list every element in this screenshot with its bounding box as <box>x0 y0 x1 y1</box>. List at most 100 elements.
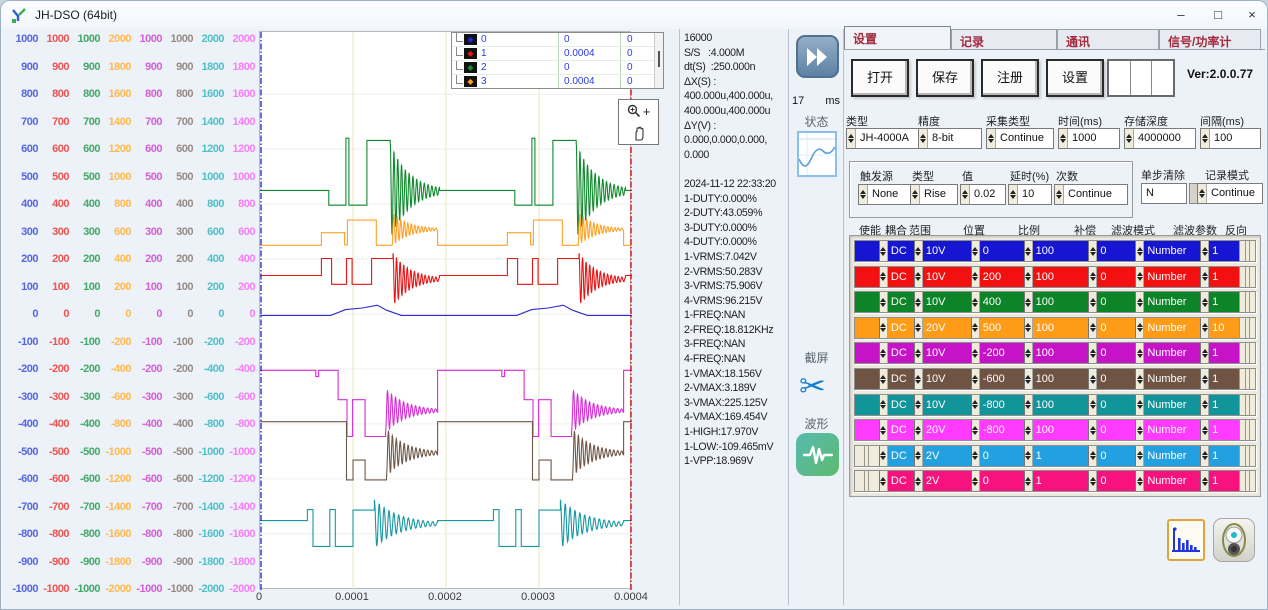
fft-button[interactable] <box>1167 519 1205 561</box>
channel-range[interactable]: 10V <box>923 241 971 261</box>
spinner-arrows[interactable] <box>911 185 920 204</box>
spinner-arrows[interactable] <box>914 292 923 312</box>
channel-coupling[interactable]: DC <box>888 318 914 338</box>
channel-invert-toggle[interactable] <box>1239 471 1255 491</box>
channel-filter-param[interactable]: 1 <box>1209 369 1239 389</box>
channel-position[interactable]: -800 <box>980 420 1024 440</box>
channel-invert-toggle[interactable] <box>1239 267 1255 287</box>
trace-legend[interactable]: ◆000◆10.00040◆200◆30.00040 <box>451 32 664 89</box>
channel-coupling[interactable]: DC <box>888 343 914 363</box>
channel-scale[interactable]: 100 <box>1033 267 1089 287</box>
channel-invert-toggle[interactable] <box>1239 343 1255 363</box>
settings-button[interactable]: 设置 <box>1046 59 1104 97</box>
spinner-arrows[interactable] <box>879 446 888 466</box>
acq-field-5[interactable]: 100 <box>1200 128 1261 149</box>
spinner-arrows[interactable] <box>1135 471 1144 491</box>
spinner-arrows[interactable] <box>1135 420 1144 440</box>
channel-scale[interactable]: 100 <box>1033 292 1089 312</box>
spinner-arrows[interactable] <box>1088 471 1097 491</box>
channel-scale[interactable]: 1 <box>1033 446 1089 466</box>
spinner-arrows[interactable] <box>1200 318 1209 338</box>
spinner-arrows[interactable] <box>1024 343 1033 363</box>
trigger-field-0[interactable]: None <box>858 184 912 205</box>
spinner-arrows[interactable] <box>1135 267 1144 287</box>
spinner-arrows[interactable] <box>1200 471 1209 491</box>
spinner-arrows[interactable] <box>971 292 980 312</box>
spinner-arrows[interactable] <box>1200 292 1209 312</box>
spinner-arrows[interactable] <box>1200 369 1209 389</box>
channel-enable-toggle[interactable] <box>855 292 879 312</box>
channel-enable-toggle[interactable] <box>855 420 879 440</box>
spinner-arrows[interactable] <box>919 129 928 148</box>
spinner-arrows[interactable] <box>1200 267 1209 287</box>
channel-range[interactable]: 20V <box>923 420 971 440</box>
spinner-arrows[interactable] <box>1088 343 1097 363</box>
spinner-arrows[interactable] <box>914 446 923 466</box>
channel-offset[interactable]: 0 <box>1097 395 1135 415</box>
camera-button[interactable] <box>1213 518 1255 562</box>
channel-coupling[interactable]: DC <box>888 267 914 287</box>
spinner-arrows[interactable] <box>971 241 980 261</box>
spinner-arrows[interactable] <box>879 471 888 491</box>
spinner-arrows[interactable] <box>879 241 888 261</box>
channel-offset[interactable]: 0 <box>1097 446 1135 466</box>
channel-invert-toggle[interactable] <box>1239 420 1255 440</box>
spinner-arrows[interactable] <box>879 343 888 363</box>
channel-filter-mode[interactable]: Number <box>1144 292 1200 312</box>
spinner-arrows[interactable] <box>1125 129 1134 148</box>
record-mode-field[interactable]: Continue <box>1197 183 1263 204</box>
legend-row[interactable]: ◆200 <box>452 61 663 75</box>
channel-offset[interactable]: 0 <box>1097 343 1135 363</box>
close-button[interactable]: × <box>1235 4 1268 26</box>
minimize-button[interactable]: – <box>1164 4 1198 26</box>
tab-signal-power[interactable]: 信号/功率计 <box>1159 29 1261 50</box>
channel-filter-param[interactable]: 1 <box>1209 292 1239 312</box>
channel-offset[interactable]: 0 <box>1097 420 1135 440</box>
spinner-arrows[interactable] <box>1088 395 1097 415</box>
channel-filter-mode[interactable]: Number <box>1144 369 1200 389</box>
acq-field-3[interactable]: 1000 <box>1058 128 1120 149</box>
spinner-arrows[interactable] <box>1135 318 1144 338</box>
channel-filter-param[interactable]: 1 <box>1209 241 1239 261</box>
spinner-arrows[interactable] <box>1200 343 1209 363</box>
channel-enable-toggle[interactable] <box>855 369 879 389</box>
spinner-arrows[interactable] <box>1059 129 1068 148</box>
trigger-field-3[interactable]: 10 <box>1008 184 1052 205</box>
open-button[interactable]: 打开 <box>851 59 909 97</box>
legend-scrollbar[interactable] <box>654 33 663 88</box>
channel-scale[interactable]: 100 <box>1033 395 1089 415</box>
channel-invert-toggle[interactable] <box>1239 446 1255 466</box>
channel-coupling[interactable]: DC <box>888 471 914 491</box>
spinner-arrows[interactable] <box>1135 446 1144 466</box>
status-thumbnail[interactable] <box>797 131 837 177</box>
channel-range[interactable]: 10V <box>923 292 971 312</box>
tab-record[interactable]: 记录 <box>951 29 1057 50</box>
channel-range[interactable]: 10V <box>923 369 971 389</box>
trigger-field-2[interactable]: 0.02 <box>960 184 1006 205</box>
legend-row[interactable]: ◆30.00040 <box>452 75 663 89</box>
spinner-arrows[interactable] <box>1200 446 1209 466</box>
scissors-icon[interactable]: ✂ <box>799 367 826 405</box>
channel-offset[interactable]: 0 <box>1097 241 1135 261</box>
spinner-arrows[interactable] <box>1055 185 1064 204</box>
channel-filter-mode[interactable]: Number <box>1144 267 1200 287</box>
trigger-field-1[interactable]: Rise <box>910 184 958 205</box>
spinner-arrows[interactable] <box>847 129 856 148</box>
spinner-arrows[interactable] <box>1024 292 1033 312</box>
spinner-arrows[interactable] <box>1024 471 1033 491</box>
spinner-arrows[interactable] <box>971 369 980 389</box>
channel-coupling[interactable]: DC <box>888 292 914 312</box>
spinner-arrows[interactable] <box>1088 420 1097 440</box>
spinner-arrows[interactable] <box>1088 241 1097 261</box>
spinner-arrows[interactable] <box>879 318 888 338</box>
channel-invert-toggle[interactable] <box>1239 241 1255 261</box>
channel-enable-toggle[interactable] <box>855 471 879 491</box>
spinner-arrows[interactable] <box>879 420 888 440</box>
spinner-arrows[interactable] <box>914 343 923 363</box>
waveform-button[interactable] <box>796 433 839 476</box>
channel-offset[interactable]: 0 <box>1097 292 1135 312</box>
zoom-tool-button[interactable]: + <box>619 100 658 122</box>
channel-position[interactable]: 0 <box>980 446 1024 466</box>
spinner-arrows[interactable] <box>971 395 980 415</box>
run-fast-button[interactable] <box>796 35 839 78</box>
